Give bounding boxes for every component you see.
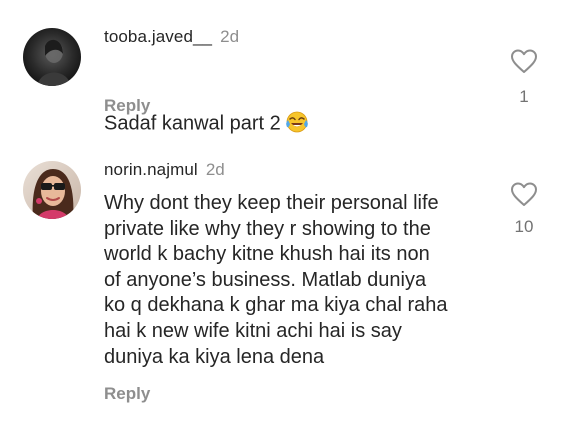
- comment-item: norin.najmul 2d Why dont they keep their …: [0, 140, 570, 425]
- like-count: 1: [519, 87, 529, 106]
- heart-outline-icon[interactable]: [510, 48, 538, 74]
- avatar[interactable]: [23, 28, 81, 86]
- avatar[interactable]: [23, 161, 81, 219]
- username[interactable]: tooba.javed__: [104, 27, 212, 46]
- comment-meta: norin.najmul 2d: [104, 160, 225, 180]
- username[interactable]: norin.najmul: [104, 160, 198, 179]
- comment-time: 2d: [220, 27, 240, 46]
- like-count: 10: [514, 217, 534, 236]
- comment-text: Why dont they keep their personal life p…: [104, 192, 448, 368]
- face-with-tears-of-joy-icon: [285, 86, 309, 133]
- heart-outline-icon[interactable]: [510, 181, 538, 207]
- reply-button[interactable]: Reply: [104, 96, 150, 116]
- reply-button[interactable]: Reply: [104, 384, 150, 404]
- comment-item: tooba.javed__ 2d Sadaf kanwal part 2 Repl…: [0, 0, 570, 140]
- comment-time: 2d: [205, 160, 225, 179]
- comment-meta: tooba.javed__ 2d: [104, 27, 239, 47]
